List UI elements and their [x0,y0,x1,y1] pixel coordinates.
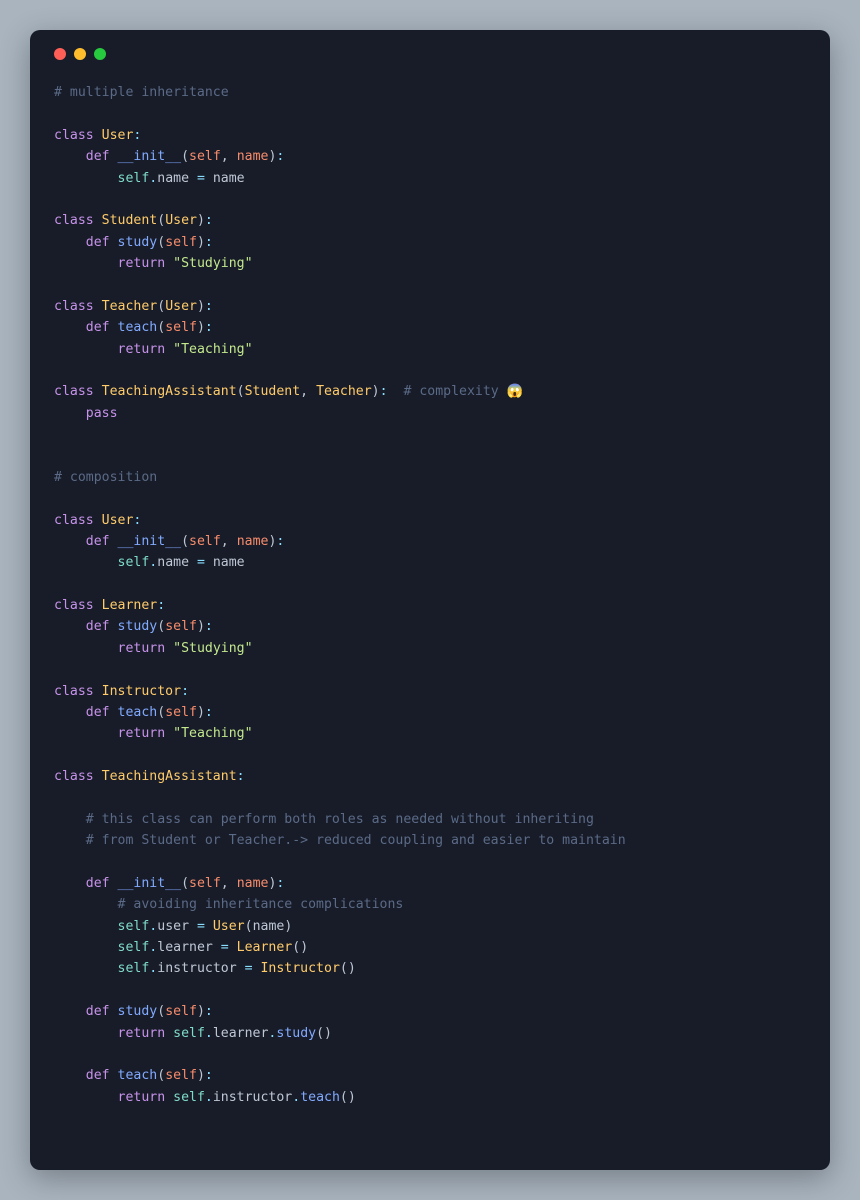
traffic-lights [54,48,806,60]
comment: # avoiding inheritance complications [118,897,404,912]
comment: # from Student or Teacher.-> reduced cou… [86,833,626,848]
comment: # composition [54,470,157,485]
code-window: # multiple inheritance class User: def _… [30,30,830,1170]
minimize-icon[interactable] [74,48,86,60]
close-icon[interactable] [54,48,66,60]
comment: # this class can perform both roles as n… [86,812,594,827]
zoom-icon[interactable] [94,48,106,60]
comment: # complexity 😱 [403,384,523,399]
comment: # multiple inheritance [54,85,229,100]
code-block: # multiple inheritance class User: def _… [54,82,806,1108]
